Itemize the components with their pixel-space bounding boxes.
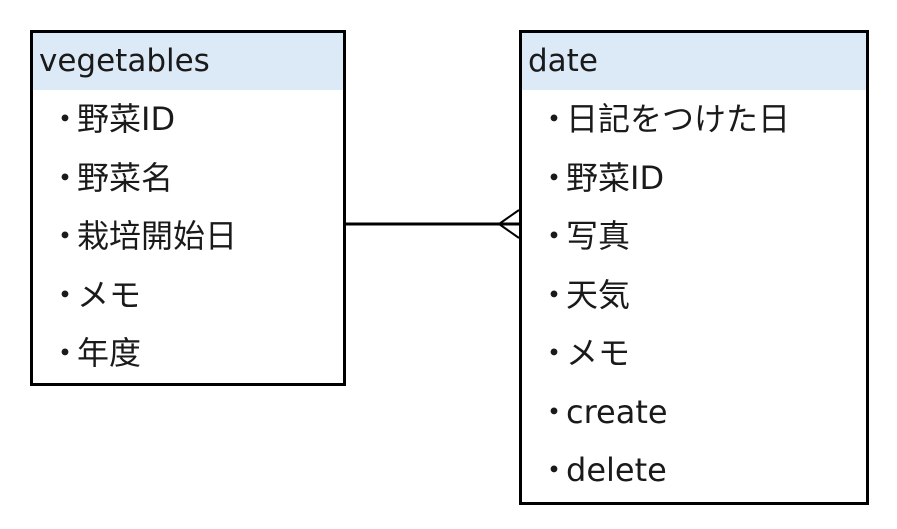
field-label: 日記をつけた日: [566, 100, 791, 138]
field-item: ・栽培開始日: [33, 207, 343, 266]
field-item: ・野菜ID: [33, 90, 343, 149]
bullet-glyph: ・: [538, 451, 571, 489]
bullet-glyph: ・: [49, 100, 82, 138]
entity-vegetables-title: vegetables: [33, 33, 343, 90]
field-label: 野菜名: [77, 158, 174, 197]
field-item: ・野菜ID: [522, 149, 866, 208]
entity-date: date ・日記をつけた日 ・野菜ID ・写真 ・天気 ・メモ ・create …: [519, 30, 869, 505]
bullet-glyph: ・: [538, 100, 571, 138]
bullet-glyph: ・: [538, 392, 571, 431]
field-label: 栽培開始日: [77, 217, 238, 255]
field-item: ・メモ: [33, 266, 343, 325]
field-label: 年度: [77, 334, 142, 372]
field-item: ・年度: [33, 324, 343, 383]
field-item: ・create: [522, 383, 866, 442]
field-item: ・delete: [522, 441, 866, 500]
field-label: 野菜ID: [77, 100, 176, 138]
field-label: create: [566, 392, 668, 431]
crows-foot-upper-prong: [498, 209, 520, 225]
field-item: ・メモ: [522, 324, 866, 383]
bullet-glyph: ・: [538, 275, 571, 314]
field-label: 野菜ID: [566, 158, 665, 197]
entity-date-title: date: [522, 33, 866, 90]
field-item: ・日記をつけた日: [522, 90, 866, 149]
field-label: メモ: [77, 275, 142, 314]
crows-foot-lower-prong: [498, 223, 520, 239]
field-label: delete: [566, 451, 667, 489]
entity-vegetables-field-list: ・野菜ID ・野菜名 ・栽培開始日 ・メモ ・年度: [33, 90, 343, 383]
bullet-glyph: ・: [49, 217, 82, 255]
field-item: ・写真: [522, 207, 866, 266]
field-item: ・天気: [522, 266, 866, 325]
field-label: 写真: [566, 217, 631, 255]
field-label: 天気: [566, 275, 631, 314]
entity-date-field-list: ・日記をつけた日 ・野菜ID ・写真 ・天気 ・メモ ・create ・dele…: [522, 90, 866, 500]
bullet-glyph: ・: [49, 334, 82, 372]
field-label: メモ: [566, 334, 631, 372]
bullet-glyph: ・: [538, 217, 571, 255]
bullet-glyph: ・: [49, 158, 82, 197]
bullet-glyph: ・: [538, 158, 571, 197]
entity-vegetables: vegetables ・野菜ID ・野菜名 ・栽培開始日 ・メモ ・年度: [30, 30, 346, 386]
bullet-glyph: ・: [49, 275, 82, 314]
field-item: ・野菜名: [33, 149, 343, 208]
bullet-glyph: ・: [538, 334, 571, 372]
